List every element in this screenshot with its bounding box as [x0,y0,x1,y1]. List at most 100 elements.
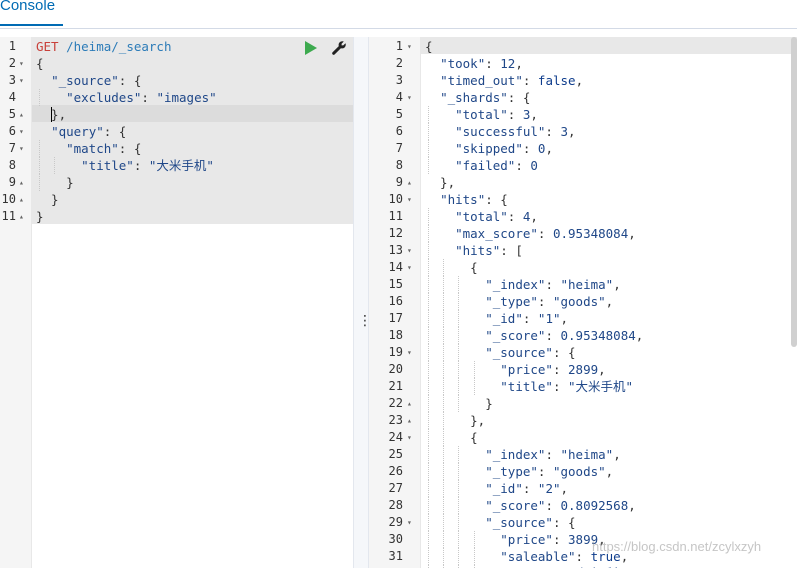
indent-guide [443,446,445,463]
indent-guide [458,463,460,480]
fold-close-icon[interactable]: ▴ [407,412,412,429]
fold-open-icon[interactable]: ▾ [407,514,412,531]
fold-close-icon[interactable]: ▴ [19,208,24,225]
line-number-text: 8 [395,158,403,172]
code-line: "timed_out": false, [425,72,583,89]
fold-open-icon[interactable]: ▾ [407,429,412,446]
code-token: : [552,362,569,377]
fold-close-icon[interactable]: ▴ [407,174,412,191]
code-line: "successful": 3, [425,123,575,140]
indent-guide [473,378,475,395]
tab-console[interactable]: Console [0,0,64,26]
code-token: , [575,73,584,88]
indent-guide [428,225,430,242]
code-line: "_source": { [36,72,141,89]
fold-open-icon[interactable]: ▾ [407,344,412,361]
line-number-text: 31 [388,549,403,563]
indent-guide [428,208,430,225]
code-token: "timed_out" [440,73,523,88]
indent-guide [458,293,460,310]
code-token: "excludes" [66,90,142,105]
line-number: 26 [369,463,420,480]
fold-open-icon[interactable]: ▾ [407,38,412,55]
line-number-text: 1 [395,39,403,53]
indent-guide [428,429,430,446]
code-line: "excludes": "images" [36,89,217,106]
fold-open-icon[interactable]: ▾ [19,55,24,72]
code-token: "total" [455,107,508,122]
fold-open-icon[interactable]: ▾ [19,140,24,157]
line-number: 17 [369,310,420,327]
fold-open-icon[interactable]: ▾ [407,242,412,259]
line-number: 21 [369,378,420,395]
run-request-icon[interactable] [305,41,317,55]
fold-open-icon[interactable]: ▾ [19,72,24,89]
line-number-text: 30 [388,532,403,546]
line-number: 9 ▴ [0,174,31,191]
code-token: "2" [537,481,561,496]
indent-guide [428,242,430,259]
response-scrollbar[interactable] [791,37,797,347]
code-line: "_index": "heima", [425,276,621,293]
top-bar: Console [0,0,797,29]
fold-open-icon[interactable]: ▾ [19,123,24,140]
code-token: , [613,277,621,292]
code-line: "skipped": 0, [425,140,553,157]
code-line: "_source": { [425,514,575,531]
code-token: : { [118,73,142,88]
code-token: : [507,209,523,224]
line-number: 11 ▴ [0,208,31,225]
code-token: /heima/_search [66,39,172,54]
fold-open-icon[interactable]: ▾ [407,191,412,208]
line-number-text: 6 [395,124,403,138]
request-code-area[interactable]: GET /heima/_search{ "_source": { "exclud… [32,37,353,568]
request-gutter: 1 2 ▾ 3 ▾ 4 5 ▴ 6 ▾ 7 ▾ 8 9 ▴ 10 ▴ 11 ▴ [0,37,32,568]
code-token: "heima" [560,447,614,462]
code-line: "_id": "2", [425,480,568,497]
code-token: "query" [51,124,104,139]
code-token: : [537,226,553,241]
fold-close-icon[interactable]: ▴ [407,395,412,412]
fold-close-icon[interactable]: ▴ [19,174,24,191]
fold-close-icon[interactable]: ▴ [19,191,24,208]
pane-splitter[interactable]: ⋮ [353,37,372,568]
response-code-area[interactable]: { "took": 12, "timed_out": false, "_shar… [421,37,797,568]
request-editor[interactable]: 1 2 ▾ 3 ▾ 4 5 ▴ 6 ▾ 7 ▾ 8 9 ▴ 10 ▴ 11 ▴ GET /heima/_search… [0,37,353,568]
code-token: : [522,141,538,156]
indent-guide [443,531,445,548]
code-token: "_id" [485,481,523,496]
indent-guide [428,480,430,497]
code-line: "_type": "goods", [425,293,613,310]
code-token: 2899 [568,362,599,377]
line-number-text: 3 [395,73,403,87]
code-token: : { [485,192,508,207]
line-number: 5 [369,106,420,123]
fold-open-icon[interactable]: ▾ [407,259,412,276]
indent-guide [428,548,430,565]
code-token: : [515,158,531,173]
wrench-icon[interactable] [331,40,347,56]
response-viewer[interactable]: 1 ▾ 2 3 4 ▾ 5 6 7 8 9 ▴ 10 ▾ 11 12 13 ▾ 14 ▾ 15 16 17 18 19 ▾ 20 21… [369,37,797,568]
line-number: 5 ▴ [0,106,31,123]
watermark: https://blog.csdn.net/zcylxzyh [592,539,762,554]
fold-open-icon[interactable]: ▾ [407,89,412,106]
text-cursor [51,107,53,122]
fold-close-icon[interactable]: ▴ [19,106,24,123]
line-number: 8 [0,157,31,174]
line-number-text: 16 [388,294,403,308]
indent-guide [443,310,445,327]
indent-guide [458,310,460,327]
indent-guide [428,531,430,548]
line-number-text: 9 [8,175,16,189]
line-number-text: 9 [395,175,403,189]
